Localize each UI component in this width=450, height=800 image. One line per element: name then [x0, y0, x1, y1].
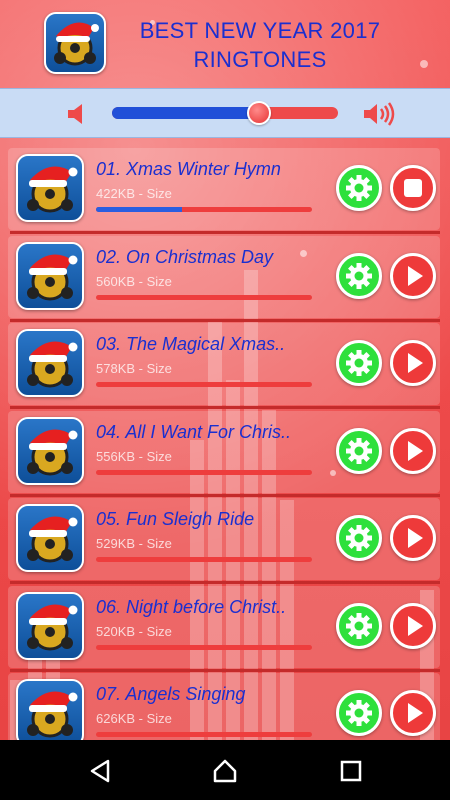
row-divider	[10, 406, 440, 409]
row-divider	[10, 668, 440, 672]
gear-icon	[346, 262, 372, 289]
ringtone-title: 05. Fun Sleigh Ride	[96, 509, 255, 529]
ringtone-thumbnail	[16, 154, 84, 222]
ringtone-thumbnail	[16, 679, 84, 740]
ringtone-progress[interactable]	[96, 557, 312, 562]
ringtone-progress[interactable]	[96, 732, 312, 737]
ringtone-thumbnail	[16, 504, 84, 572]
play-icon	[408, 615, 423, 636]
play-button[interactable]	[390, 602, 436, 649]
ringtone-row[interactable]: 02. On Christmas Day 560KB - Size	[8, 235, 440, 318]
play-button[interactable]	[390, 252, 436, 299]
ringtone-thumbnail	[16, 241, 84, 310]
gear-icon	[346, 612, 372, 639]
ringtone-thumbnail	[16, 591, 84, 660]
row-divider	[10, 231, 440, 234]
home-icon[interactable]	[212, 758, 238, 784]
ringtone-title: 03. The Magical Xmas..	[96, 334, 286, 354]
play-button[interactable]	[390, 515, 436, 561]
stop-button[interactable]	[390, 165, 436, 211]
volume-high-icon[interactable]	[362, 101, 395, 127]
row-divider	[10, 318, 440, 322]
volume-slider-fill	[112, 107, 259, 119]
app-logo	[44, 12, 106, 74]
ringtone-row[interactable]: 06. Night before Christ.. 520KB - Size	[8, 585, 440, 668]
ringtone-title: 04. All I Want For Chris..	[96, 421, 292, 442]
play-icon	[408, 265, 423, 286]
ringtone-size: 422KB - Size	[96, 186, 172, 201]
gear-icon	[346, 700, 372, 726]
play-button[interactable]	[390, 427, 436, 474]
ringtone-size: 556KB - Size	[96, 448, 172, 464]
ringtone-progress[interactable]	[96, 294, 312, 300]
stop-icon	[404, 179, 422, 197]
ringtone-progress[interactable]	[96, 469, 312, 475]
settings-button[interactable]	[336, 165, 382, 211]
play-button[interactable]	[390, 340, 436, 386]
ringtone-progress[interactable]	[96, 644, 312, 650]
ringtone-size: 626KB - Size	[96, 711, 172, 726]
ringtone-size: 529KB - Size	[96, 536, 172, 551]
gear-icon	[346, 525, 372, 551]
ringtone-progress[interactable]	[96, 382, 312, 387]
volume-slider-thumb[interactable]	[246, 101, 271, 125]
ringtone-thumbnail	[16, 416, 84, 485]
gear-icon	[346, 350, 372, 376]
ringtone-size: 560KB - Size	[96, 273, 172, 289]
app-header: BEST NEW YEAR 2017 RINGTONES	[0, 0, 450, 88]
ringtone-size: 578KB - Size	[96, 361, 172, 376]
ringtone-row[interactable]: 01. Xmas Winter Hymn 422KB - Size	[8, 148, 440, 230]
ringtone-row[interactable]: 05. Fun Sleigh Ride 529KB - Size	[8, 498, 440, 580]
gear-icon	[346, 175, 372, 201]
row-divider	[10, 493, 440, 497]
play-icon	[408, 440, 423, 461]
ringtone-progress[interactable]	[96, 207, 312, 212]
volume-slider[interactable]	[112, 101, 338, 125]
ringtone-row[interactable]: 04. All I Want For Chris.. 556KB - Size	[8, 410, 440, 493]
settings-button[interactable]	[336, 515, 382, 561]
gear-icon	[346, 437, 372, 464]
settings-button[interactable]	[336, 690, 382, 736]
back-icon[interactable]	[88, 758, 114, 784]
play-button[interactable]	[390, 690, 436, 736]
navigation-bar	[0, 740, 450, 800]
ringtone-row[interactable]: 03. The Magical Xmas.. 578KB - Size	[8, 323, 440, 405]
ringtone-size: 520KB - Size	[96, 623, 172, 639]
volume-low-icon[interactable]	[64, 101, 94, 127]
ringtone-list: 01. Xmas Winter Hymn 422KB - Size 02. On C…	[0, 142, 450, 740]
recents-icon[interactable]	[338, 758, 364, 784]
play-icon	[408, 528, 423, 548]
play-icon	[408, 703, 423, 723]
settings-button[interactable]	[336, 340, 382, 386]
ringtone-title: 02. On Christmas Day	[96, 246, 274, 267]
ringtone-progress-fill	[96, 207, 183, 212]
settings-button[interactable]	[336, 602, 382, 649]
ringtone-title: 06. Night before Christ..	[96, 596, 287, 617]
app-title: BEST NEW YEAR 2017 RINGTONES	[139, 18, 381, 72]
ringtone-thumbnail	[16, 329, 84, 397]
ringtone-title: 07. Angels Singing	[96, 684, 246, 704]
settings-button[interactable]	[336, 252, 382, 299]
ringtone-title: 01. Xmas Winter Hymn	[96, 159, 281, 179]
row-divider	[10, 581, 440, 584]
ringtone-row[interactable]: 07. Angels Singing 626KB - Size	[8, 673, 440, 740]
play-icon	[408, 353, 423, 373]
settings-button[interactable]	[336, 427, 382, 474]
